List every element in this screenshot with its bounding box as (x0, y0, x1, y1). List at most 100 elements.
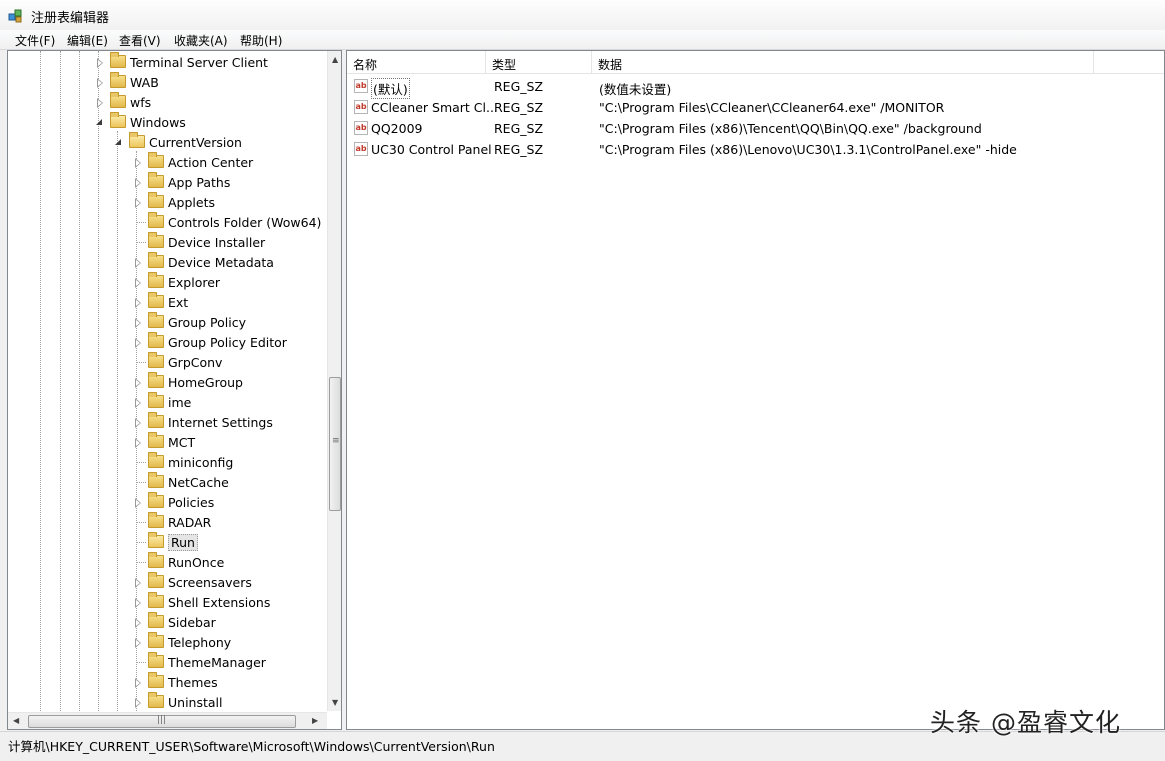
tree-item[interactable]: Explorer (8, 272, 327, 292)
tree-item[interactable]: Uninstall (8, 692, 327, 712)
tree-item-label: Group Policy (168, 315, 246, 330)
tree-item-label: Themes (168, 675, 218, 690)
tree-item[interactable]: RunOnce (8, 552, 327, 572)
expand-arrow-icon[interactable] (136, 579, 141, 587)
tree-vertical-scroll-thumb[interactable]: ≡ (329, 377, 341, 511)
menu-file[interactable]: 文件(F) (15, 32, 55, 49)
tree-item[interactable]: ThemeManager (8, 652, 327, 672)
tree-horizontal-scrollbar[interactable]: ◀ ||| ▶ (8, 712, 327, 730)
tree-item[interactable]: Device Metadata (8, 252, 327, 272)
tree-item[interactable]: Screensavers (8, 572, 327, 592)
folder-icon (148, 675, 164, 688)
scroll-up-arrow-icon[interactable]: ▲ (332, 55, 338, 64)
tree-item[interactable]: Device Installer (8, 232, 327, 252)
tree-item[interactable]: RADAR (8, 512, 327, 532)
expand-arrow-icon[interactable] (136, 259, 141, 267)
list-row[interactable]: ab(默认)REG_SZ(数值未设置) (347, 76, 1162, 97)
column-header-label: 名称 (353, 56, 377, 73)
values-list[interactable]: 名称 类型 数据 ab(默认)REG_SZ(数值未设置)abCCleaner S… (346, 50, 1165, 730)
tree-item-label: MCT (168, 435, 195, 450)
expand-arrow-icon[interactable] (136, 279, 141, 287)
tree-item[interactable]: MCT (8, 432, 327, 452)
collapse-arrow-icon[interactable] (96, 119, 102, 125)
tree-horizontal-scroll-thumb[interactable]: ||| (28, 715, 296, 728)
folder-icon (110, 75, 126, 88)
tree-item[interactable]: Group Policy Editor (8, 332, 327, 352)
expand-arrow-icon[interactable] (136, 439, 141, 447)
tree-item[interactable]: WAB (8, 72, 327, 92)
tree-item[interactable]: Applets (8, 192, 327, 212)
column-header-data[interactable]: 数据 (592, 51, 1094, 74)
tree-item[interactable]: Ext (8, 292, 327, 312)
expand-arrow-icon[interactable] (136, 599, 141, 607)
tree-item[interactable]: NetCache (8, 472, 327, 492)
expand-arrow-icon[interactable] (98, 99, 103, 107)
expand-arrow-icon[interactable] (98, 79, 103, 87)
tree-item[interactable]: miniconfig (8, 452, 327, 472)
list-row[interactable]: abQQ2009REG_SZ"C:\Program Files (x86)\Te… (347, 118, 1162, 139)
expand-arrow-icon[interactable] (136, 699, 141, 707)
tree-item[interactable]: Telephony (8, 632, 327, 652)
menu-help[interactable]: 帮助(H) (240, 32, 282, 49)
expand-arrow-icon[interactable] (136, 619, 141, 627)
tree-item-label: Policies (168, 495, 214, 510)
tree-item[interactable]: Shell Extensions (8, 592, 327, 612)
expand-arrow-icon[interactable] (136, 339, 141, 347)
tree-item[interactable]: Sidebar (8, 612, 327, 632)
scroll-down-arrow-icon[interactable]: ▼ (332, 698, 338, 707)
expand-arrow-icon[interactable] (136, 399, 141, 407)
tree-item[interactable]: CurrentVersion (8, 132, 327, 152)
expand-arrow-icon[interactable] (136, 499, 141, 507)
tree-item[interactable]: ime (8, 392, 327, 412)
tree-item[interactable]: Group Policy (8, 312, 327, 332)
column-header-type[interactable]: 类型 (486, 51, 592, 74)
expand-arrow-icon[interactable] (136, 319, 141, 327)
tree-item[interactable]: HomeGroup (8, 372, 327, 392)
tree-item-label: Run (168, 534, 198, 551)
menu-favorites[interactable]: 收藏夹(A) (174, 32, 228, 49)
expand-arrow-icon[interactable] (136, 379, 141, 387)
value-type: REG_SZ (494, 121, 543, 136)
open-folder-icon (148, 535, 164, 548)
folder-icon (148, 575, 164, 588)
expand-arrow-icon[interactable] (136, 159, 141, 167)
tree-item[interactable]: App Paths (8, 172, 327, 192)
tree-item[interactable]: Themes (8, 672, 327, 692)
expand-arrow-icon[interactable] (136, 179, 141, 187)
registry-tree[interactable]: Terminal Server ClientWABwfsWindows Curre… (7, 50, 342, 730)
folder-icon (148, 175, 164, 188)
tree-item[interactable]: wfs (8, 92, 327, 112)
expand-arrow-icon[interactable] (136, 419, 141, 427)
tree-guide-line (136, 662, 146, 663)
tree-item[interactable]: Policies (8, 492, 327, 512)
scroll-left-arrow-icon[interactable]: ◀ (13, 716, 19, 725)
tree-item[interactable]: Run (8, 532, 327, 552)
folder-icon (148, 375, 164, 388)
menu-edit[interactable]: 编辑(E) (67, 32, 108, 49)
tree-item[interactable]: Windows (8, 112, 327, 132)
scroll-right-arrow-icon[interactable]: ▶ (312, 716, 318, 725)
expand-arrow-icon[interactable] (136, 639, 141, 647)
tree-item[interactable]: GrpConv (8, 352, 327, 372)
tree-guide-line (136, 242, 146, 243)
value-name: UC30 Control Panel (371, 142, 492, 157)
expand-arrow-icon[interactable] (136, 199, 141, 207)
tree-item-label: NetCache (168, 475, 229, 490)
list-row[interactable]: abCCleaner Smart Cl...REG_SZ"C:\Program … (347, 97, 1162, 118)
list-row[interactable]: abUC30 Control PanelREG_SZ"C:\Program Fi… (347, 139, 1162, 160)
tree-item[interactable]: Action Center (8, 152, 327, 172)
folder-icon (148, 295, 164, 308)
tree-item-label: CurrentVersion (149, 135, 242, 150)
expand-arrow-icon[interactable] (98, 59, 103, 67)
expand-arrow-icon[interactable] (136, 679, 141, 687)
expand-arrow-icon[interactable] (136, 299, 141, 307)
title-bar: 注册表编辑器 (0, 0, 1165, 31)
tree-item[interactable]: Internet Settings (8, 412, 327, 432)
menu-view[interactable]: 查看(V) (119, 32, 161, 49)
tree-item[interactable]: Controls Folder (Wow64) (8, 212, 327, 232)
collapse-arrow-icon[interactable] (115, 139, 121, 145)
column-header-name[interactable]: 名称 (347, 51, 486, 74)
value-name: CCleaner Smart Cl... (371, 100, 498, 115)
tree-item[interactable]: Terminal Server Client (8, 52, 327, 72)
tree-vertical-scrollbar[interactable]: ▲ ≡ ▼ (327, 51, 342, 711)
